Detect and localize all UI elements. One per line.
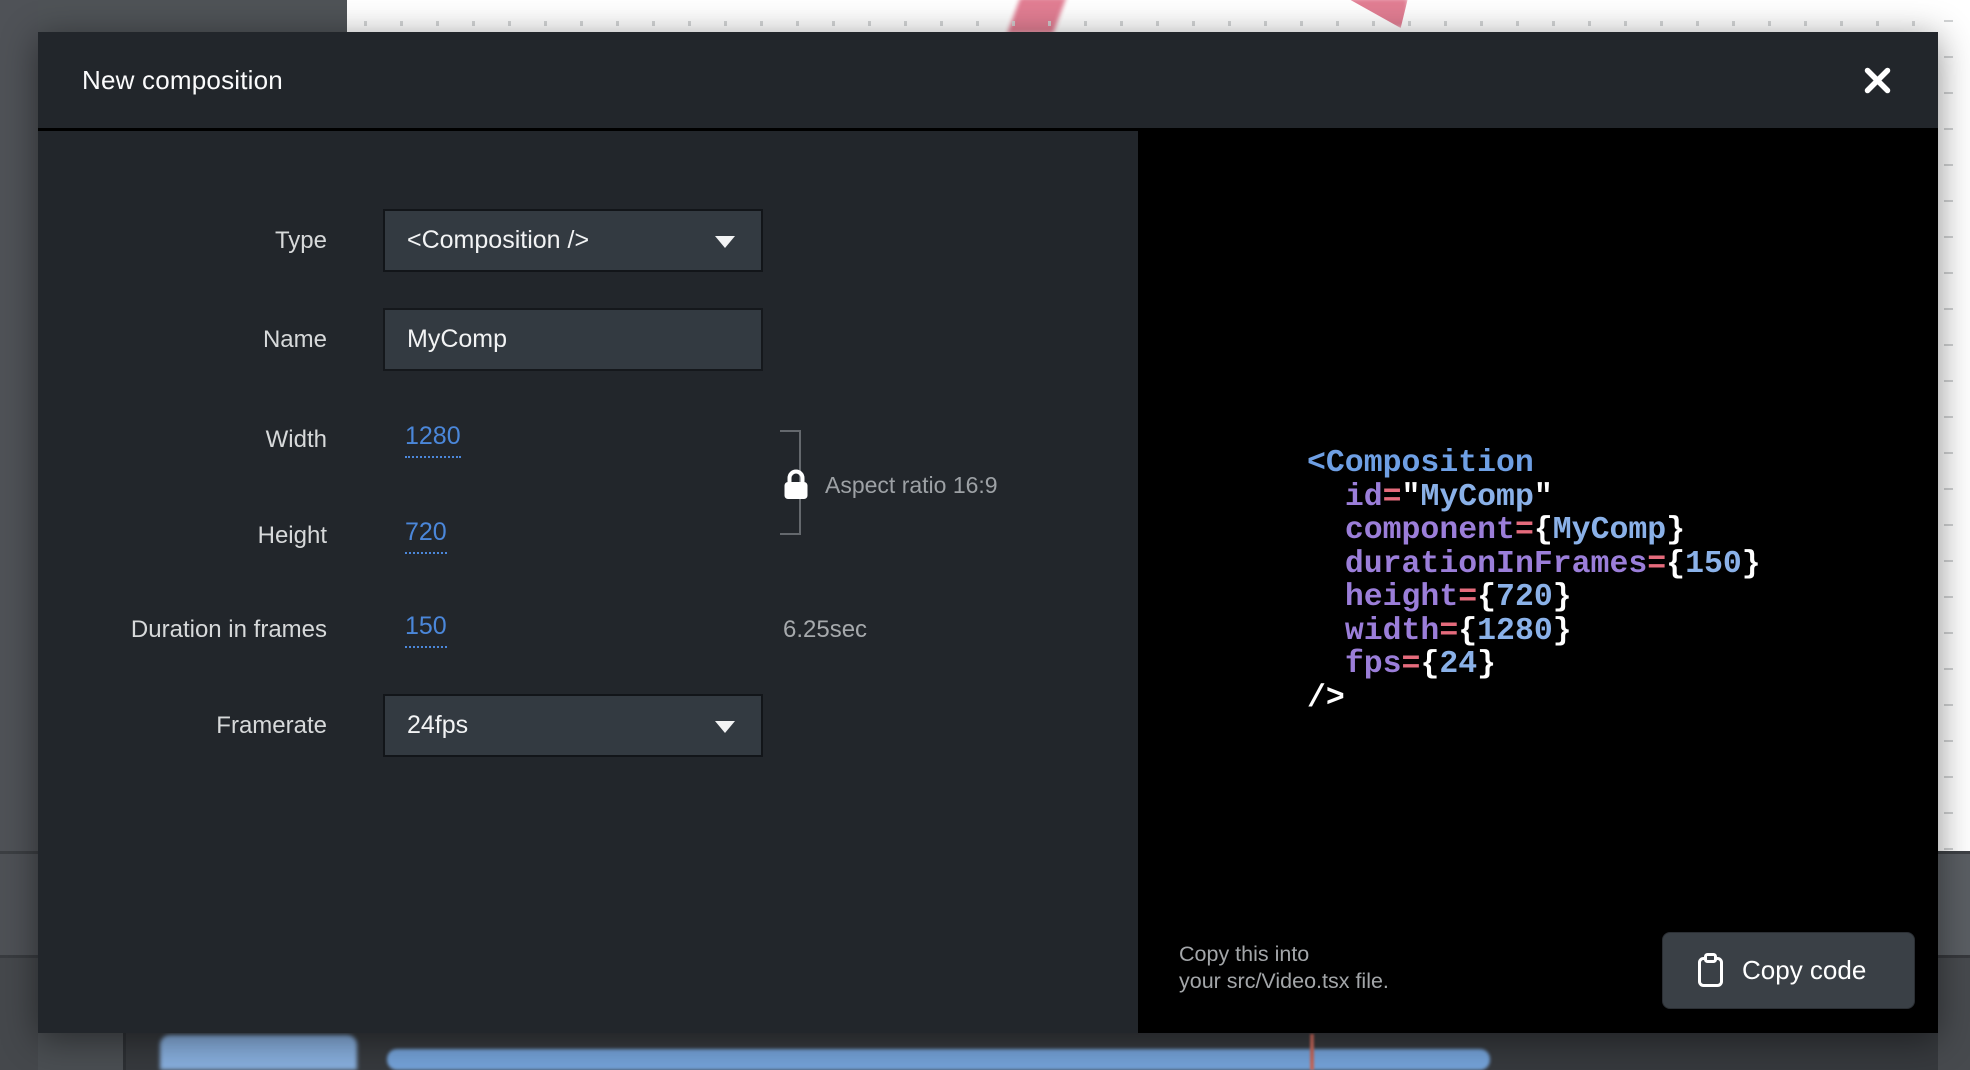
name-input[interactable] [383,308,763,371]
code-line: id="MyComp" [1307,481,1761,515]
code-line: fps={24} [1307,648,1761,682]
clipboard-icon [1697,953,1724,988]
close-button[interactable] [1860,63,1894,97]
timeline-track-blur [387,1049,1490,1070]
vertical-ruler-ticks [1944,20,1953,850]
copy-hint-text: Copy this into your src/Video.tsx file. [1179,941,1389,995]
duration-label: Duration in frames [38,616,327,644]
render-button-blur [160,1035,357,1070]
lock-icon [783,468,809,501]
height-label: Height [38,522,327,550]
horizontal-ruler-ticks [364,21,1938,26]
type-label: Type [38,227,327,255]
code-preview-panel: <Composition id="MyComp" component={MyCo… [1138,131,1938,1033]
type-select-value: <Composition /> [407,226,589,255]
type-select[interactable]: <Composition /> [383,209,763,272]
copy-code-button-label: Copy code [1742,955,1866,986]
playhead-line-blur [1310,1034,1314,1070]
close-icon [1864,67,1891,94]
framerate-label: Framerate [38,712,327,740]
type-row: Type <Composition /> [38,209,818,272]
left-toolbar-blur [0,0,38,1070]
duration-value-link[interactable]: 150 [405,612,447,648]
width-row: Width 1280 [38,410,818,470]
width-value-link[interactable]: 1280 [405,422,461,458]
name-label: Name [38,326,327,354]
code-line: /> [1307,682,1761,716]
new-composition-dialog: New composition Type <Composition /> [38,32,1938,1033]
chevron-down-icon [715,236,735,248]
duration-row: Duration in frames 150 [38,600,818,660]
right-panel-blur [1938,851,1970,1070]
dialog-title: New composition [82,65,283,96]
width-label: Width [38,426,327,454]
framerate-select-value: 24fps [407,711,468,740]
copy-code-button[interactable]: Copy code [1662,932,1915,1009]
dialog-body: Type <Composition /> Name Width 1280 [38,131,1938,1033]
code-line: component={MyComp} [1307,514,1761,548]
composition-form-panel: Type <Composition /> Name Width 1280 [38,131,1138,1033]
framerate-select[interactable]: 24fps [383,694,763,757]
code-line: width={1280} [1307,615,1761,649]
height-value-link[interactable]: 720 [405,518,447,554]
height-row: Height 720 [38,506,818,566]
framerate-row: Framerate 24fps [38,694,818,757]
chevron-down-icon [715,721,735,733]
duration-seconds-label: 6.25sec [783,616,867,644]
code-line: <Composition [1307,447,1761,481]
dialog-titlebar: New composition [38,32,1938,131]
code-line: height={720} [1307,581,1761,615]
aspect-ratio-label: Aspect ratio 16:9 [825,472,998,499]
code-line: durationInFrames={150} [1307,548,1761,582]
timeline-header-blur [38,1033,126,1070]
name-row: Name [38,308,818,371]
code-block: <Composition id="MyComp" component={MyCo… [1307,447,1761,715]
